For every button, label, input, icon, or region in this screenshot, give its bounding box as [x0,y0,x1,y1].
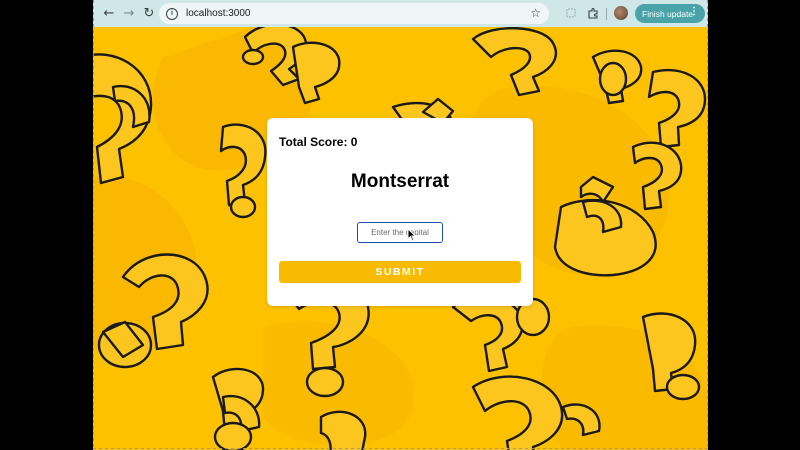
forward-icon[interactable]: → [119,4,139,24]
browser-toolbar: ← → ↻ i localhost:3000 ☆ Finish update ⋮ [93,0,708,27]
finish-update-button[interactable]: Finish update ⋮ [635,4,705,23]
puzzle-icon[interactable] [586,6,600,20]
menu-icon[interactable]: ⋮ [689,6,699,17]
back-icon[interactable]: ← [99,4,119,24]
country-name: Montserrat [350,171,450,192]
extension-icon[interactable] [564,6,578,20]
finish-update-label: Finish update [642,8,694,19]
site-info-icon[interactable]: i [166,7,178,20]
reload-icon[interactable]: ↻ [139,4,159,24]
mouse-cursor-icon [407,228,417,242]
frame-border-left [93,0,94,450]
submit-button[interactable]: SUBMIT [279,261,521,283]
frame-border-bottom [93,448,708,449]
page-viewport: Total Score: 0 Montserrat SUBMIT [93,27,708,450]
profile-avatar[interactable] [614,6,628,20]
address-bar[interactable]: i localhost:3000 ☆ [159,3,549,24]
total-score: Total Score: 0 [279,135,358,149]
browser-window: ← → ↻ i localhost:3000 ☆ Finish update ⋮ [93,0,708,450]
toolbar-divider [606,8,607,20]
frame-border-right [707,0,708,450]
bookmark-star-icon[interactable]: ☆ [530,6,541,20]
url-text[interactable]: localhost:3000 [186,8,251,19]
quiz-card: Total Score: 0 Montserrat SUBMIT [267,118,533,306]
capital-input[interactable] [357,222,443,243]
